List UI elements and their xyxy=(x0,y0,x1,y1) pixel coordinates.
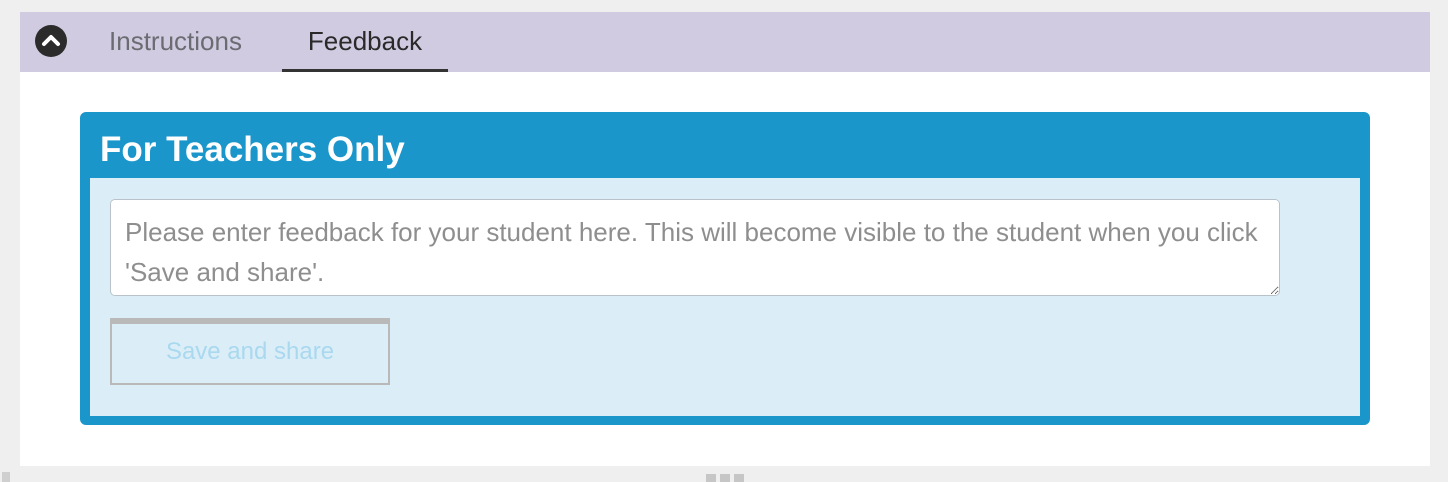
card-title: For Teachers Only xyxy=(100,130,405,169)
tab-feedback[interactable]: Feedback xyxy=(282,12,448,72)
tab-bar: Instructions Feedback xyxy=(20,12,1430,72)
tab-instructions[interactable]: Instructions xyxy=(98,12,253,72)
grip-dot xyxy=(706,474,716,482)
resize-handle-left[interactable] xyxy=(2,472,10,482)
activity-panel: Instructions Feedback For Teachers Only … xyxy=(20,12,1430,466)
teacher-feedback-card: For Teachers Only Save and share xyxy=(80,112,1370,425)
chevron-up-icon xyxy=(42,35,60,46)
grip-dot xyxy=(734,474,744,482)
card-body: Save and share xyxy=(90,178,1360,416)
splitter-grip-handle[interactable] xyxy=(706,474,744,482)
grip-dot xyxy=(720,474,730,482)
save-and-share-button[interactable]: Save and share xyxy=(110,318,390,385)
feedback-textarea[interactable] xyxy=(110,199,1280,296)
collapse-button[interactable] xyxy=(35,25,67,57)
